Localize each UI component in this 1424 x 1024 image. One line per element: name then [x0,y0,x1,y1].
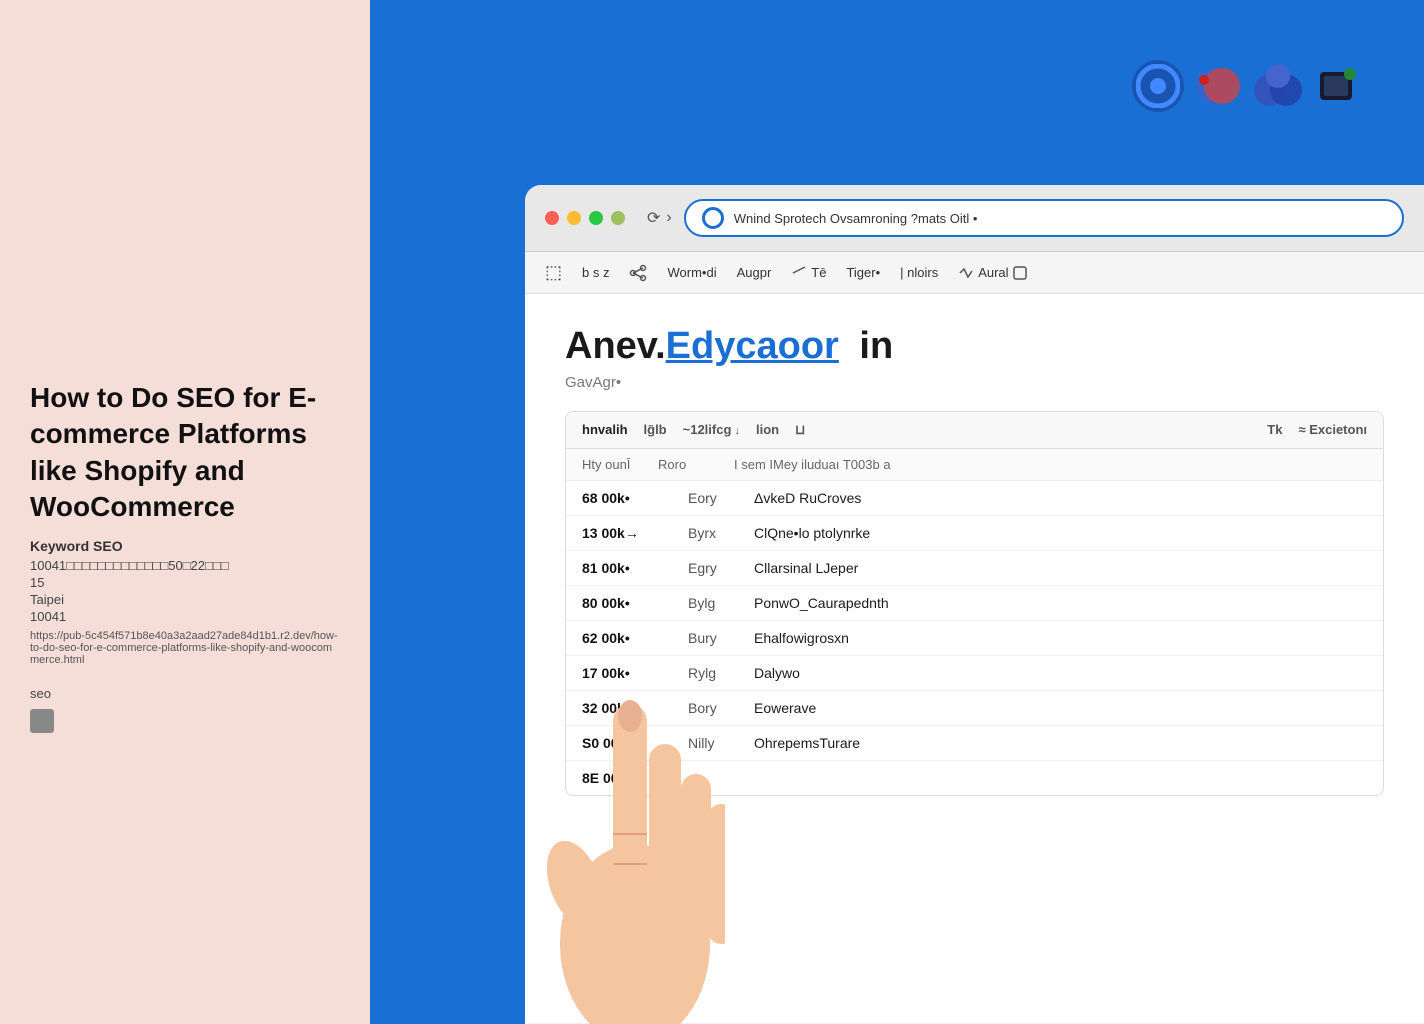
sidebar-url: https://pub-5c454f571b8e40a3a2aad27ade84… [30,630,340,666]
browser-icons [1132,60,1364,112]
sidebar-meta-line3: Taipei [30,592,340,607]
sidebar-meta-line4: 10041 [30,609,340,624]
volume-cell: 80 00k• [582,595,672,611]
table-row: 80 00k• Bylg PonwO_Caurapednth [566,586,1383,621]
heading-part2: Edycaoor [666,325,839,367]
table-row: 32 00k• Bory Eowerave [566,691,1383,726]
data-table: hnvalih lg̃lb ~12lifcg lion ⊔ Tk ≈ Excie… [565,411,1384,796]
kd-cell: Bylg [688,595,738,611]
th-icon: ⊔ [795,422,805,438]
address-circle-icon [702,207,724,229]
browser-icon-4 [1312,60,1364,112]
keyword-cell: Eowerave [754,700,1367,716]
page-subheading: GavAgr• [565,374,1384,391]
toolbar-item-tiger[interactable]: Tiger• [846,265,880,280]
kd-cell: Bory [688,700,738,716]
th-12lifcg[interactable]: ~12lifcg [683,422,740,437]
volume-cell: S0 00k• [582,735,672,751]
browser-toolbar: ⬚ b s z Worm•di Augpr Tē Tiger• | nloirs [525,252,1424,294]
th-excietons: ≈ Excietonı [1298,422,1367,437]
kd-cell: Nilly [688,735,738,751]
table-row: 8E 00k• [566,761,1383,795]
table-row: S0 00k• Nilly OhrepemsTurare [566,726,1383,761]
nav-buttons: ⟳ › [647,208,672,228]
volume-cell: 32 00k• [582,700,672,716]
browser-chrome: ⟳ › Wnind Sprotech Ovsamroning ?mats Oit… [525,185,1424,252]
th-lion: lion [756,422,779,437]
heading-part3: in [859,325,893,367]
keyword-cell: Ehalfowigrosxn [754,630,1367,646]
volume-cell: 81 00k• [582,560,672,576]
kd-cell: Byrx [688,525,738,541]
kd-cell: Egry [688,560,738,576]
toolbar-item-1[interactable]: b s z [582,265,609,280]
sidebar-meta-line2: 15 [30,575,340,590]
toolbar-icon-0: ⬚ [545,262,562,283]
sidebar: How to Do SEO for E-commerce Platforms l… [0,0,370,1024]
keyword-cell: Dalywo [754,665,1367,681]
volume-cell: 13 00k→ [582,525,672,541]
keyword-cell: PonwO_Caurapednth [754,595,1367,611]
subheader-cell2: Roro [658,457,718,472]
toolbar-item-share[interactable] [629,264,647,282]
address-bar[interactable]: Wnind Sprotech Ovsamroning ?mats Oitl • [684,199,1404,237]
toolbar-item-aural[interactable]: Aural [958,265,1026,281]
toolbar-item-0[interactable]: ⬚ [545,262,562,283]
address-text: Wnind Sprotech Ovsamroning ?mats Oitl • [734,211,1386,226]
browser-content: Anev.Edycaoor in GavAgr• hnvalih lg̃lb ~… [525,294,1424,1023]
main-area: ⟳ › Wnind Sprotech Ovsamroning ?mats Oit… [370,0,1424,1024]
page-heading-container: Anev.Edycaoor in GavAgr• [565,324,1384,391]
table-subheader: Hty ounĪ Roro I sem IMey iluduaı T003b a [566,449,1383,481]
toolbar-item-nloirs[interactable]: | nloirs [900,265,938,280]
volume-cell: 17 00k• [582,665,672,681]
browser-icon-1 [1132,60,1184,112]
heading-part1: Anev. [565,325,666,367]
page-heading: Anev.Edycaoor in [565,324,1384,370]
kd-cell: Rylg [688,665,738,681]
nav-forward-button[interactable]: › [666,209,671,227]
sidebar-meta-line1: 10041□□□□□□□□□□□□□50□22□□□ [30,558,340,573]
traffic-light-red[interactable] [545,211,559,225]
sidebar-title: How to Do SEO for E-commerce Platforms l… [30,380,340,526]
keyword-cell: Cllarsinal LJeper [754,560,1367,576]
th-tk: Tk [1267,422,1282,437]
keyword-cell: ClQne•lo ptolynrke [754,525,1367,541]
keyword-cell: ΔvkeD RuCroves [754,490,1367,506]
th-hnvalih: hnvalih [582,422,628,437]
subheader-cell1: Hty ounĪ [582,457,642,472]
traffic-light-green[interactable] [589,211,603,225]
volume-cell: 8E 00k• [582,770,672,786]
table-row: 68 00k• Eory ΔvkeD RuCroves [566,481,1383,516]
th-lglb: lg̃lb [644,422,667,437]
kd-cell: Bury [688,630,738,646]
subheader-cell3: I sem IMey iluduaı T003b a [734,457,891,472]
sidebar-tag: seo [30,686,340,701]
table-header: hnvalih lg̃lb ~12lifcg lion ⊔ Tk ≈ Excie… [566,412,1383,449]
keyword-cell: OhrepemsTurare [754,735,1367,751]
toolbar-item-wormd[interactable]: Worm•di [667,265,716,280]
browser-window: ⟳ › Wnind Sprotech Ovsamroning ?mats Oit… [525,185,1424,1024]
sidebar-meta-label: Keyword SEO [30,538,340,554]
sidebar-tag-icon [30,709,54,733]
table-row: 17 00k• Rylg Dalywo [566,656,1383,691]
traffic-light-extra [611,211,625,225]
table-row: 81 00k• Egry Cllarsinal LJeper [566,551,1383,586]
kd-cell: Eory [688,490,738,506]
volume-cell: 68 00k• [582,490,672,506]
traffic-light-yellow[interactable] [567,211,581,225]
traffic-lights [545,211,625,225]
browser-icon-2 [1192,60,1244,112]
nav-back-button[interactable]: ⟳ [647,208,660,228]
browser-icon-3 [1252,60,1304,112]
toolbar-item-te[interactable]: Tē [791,265,826,281]
table-row: 13 00k→ Byrx ClQne•lo ptolynrke [566,516,1383,551]
toolbar-item-augpr[interactable]: Augpr [737,265,772,280]
table-row: 62 00k• Bury Ehalfowigrosxn [566,621,1383,656]
volume-cell: 62 00k• [582,630,672,646]
